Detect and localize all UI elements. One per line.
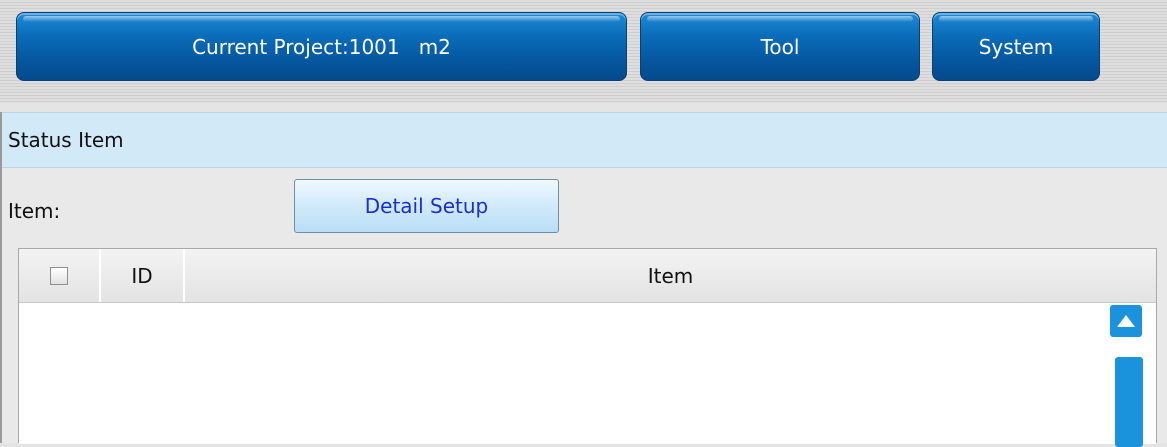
column-header-item[interactable]: Item <box>185 249 1156 302</box>
button-sheen <box>939 16 1093 22</box>
system-button[interactable]: System <box>932 12 1100 81</box>
detail-setup-button[interactable]: Detail Setup <box>294 179 559 233</box>
column-header-item-label: Item <box>647 263 694 288</box>
items-table: ID Item <box>18 248 1157 447</box>
tool-button[interactable]: Tool <box>640 12 920 81</box>
select-all-checkbox[interactable] <box>50 266 68 285</box>
column-header-id-label: ID <box>131 263 153 288</box>
system-label: System <box>978 34 1054 59</box>
triangle-up-icon <box>1117 315 1135 327</box>
scroll-up-button[interactable] <box>1110 305 1142 337</box>
panel-header: Status Item <box>2 112 1167 168</box>
table-header: ID Item <box>19 249 1156 303</box>
top-toolbar: Current Project:1001 m2 Tool System <box>0 0 1167 103</box>
detail-setup-label: Detail Setup <box>364 194 489 218</box>
current-project-label: Current Project:1001 m2 <box>192 34 451 59</box>
button-sheen <box>23 16 620 22</box>
tool-label: Tool <box>760 34 800 59</box>
button-sheen <box>647 16 913 22</box>
column-header-id[interactable]: ID <box>101 249 185 302</box>
panel-title: Status Item <box>8 128 124 152</box>
scrollbar-thumb[interactable] <box>1115 357 1143 447</box>
current-project-button[interactable]: Current Project:1001 m2 <box>16 12 627 81</box>
column-header-select <box>19 249 101 302</box>
table-body <box>19 303 1109 444</box>
item-label: Item: <box>8 199 61 223</box>
status-item-panel: Status Item Item: Detail Setup ID Item <box>0 112 1167 447</box>
